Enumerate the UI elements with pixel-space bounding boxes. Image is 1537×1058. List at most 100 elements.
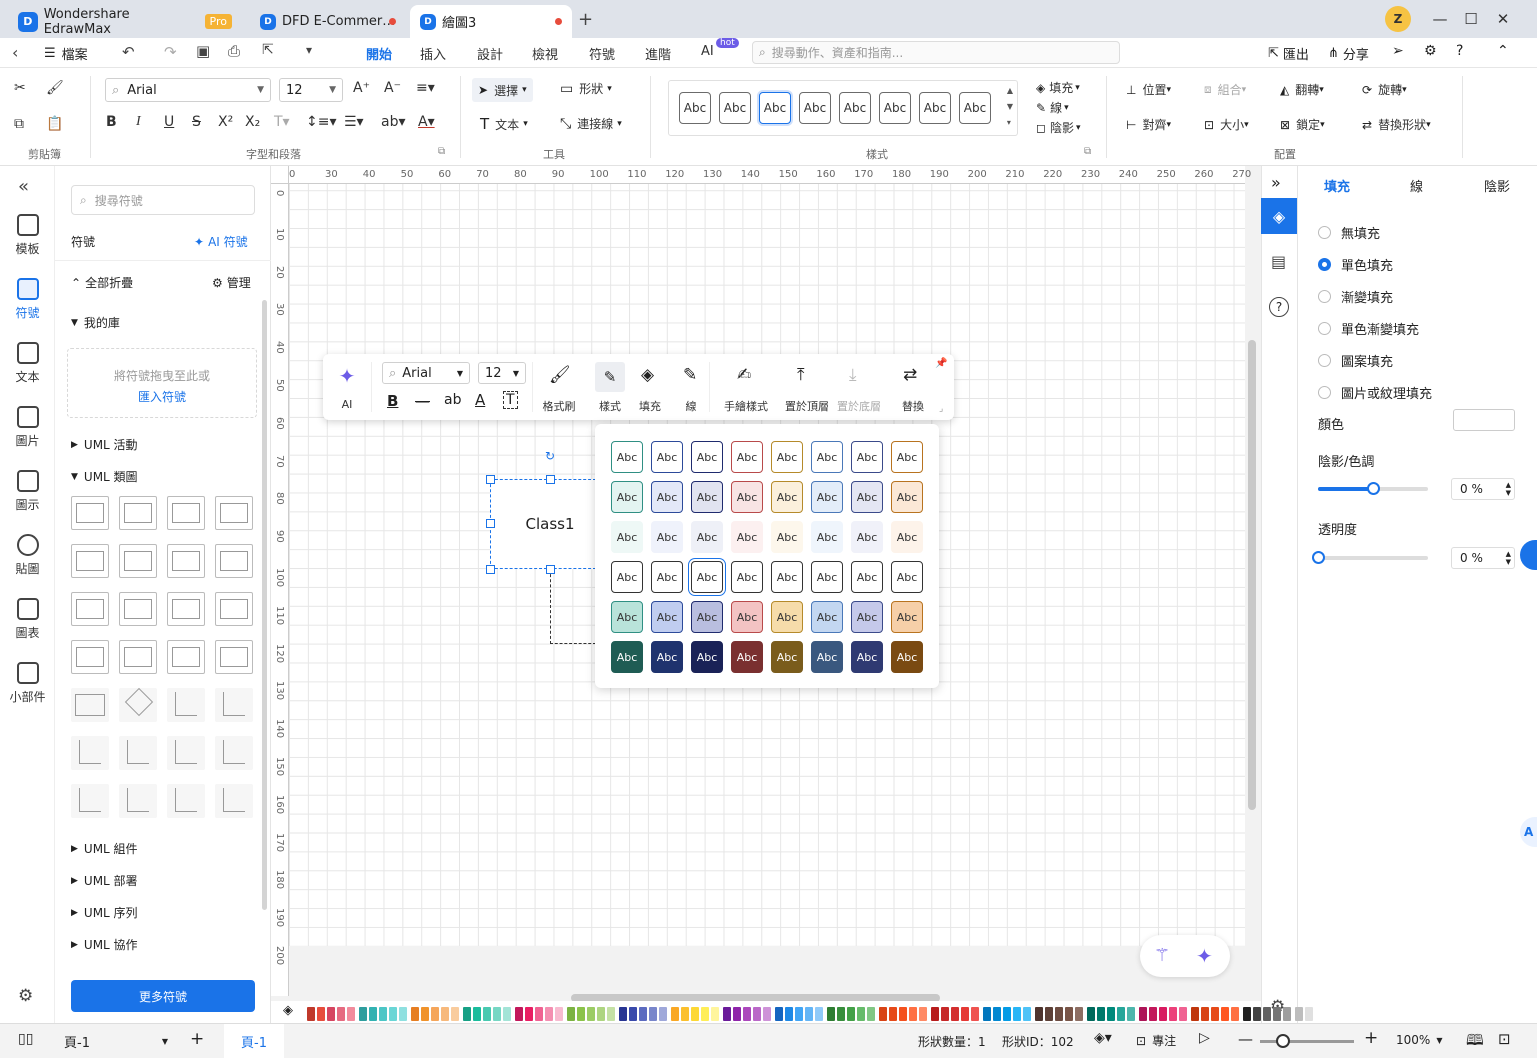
style-icon[interactable]: ✎ bbox=[595, 362, 625, 392]
close-icon[interactable]: ✕ bbox=[1489, 6, 1517, 32]
palette-color-swatch[interactable] bbox=[1201, 1007, 1209, 1021]
slider-knob[interactable] bbox=[1367, 482, 1380, 495]
palette-color-swatch[interactable] bbox=[399, 1007, 407, 1021]
palette-color-swatch[interactable] bbox=[919, 1007, 927, 1021]
palette-color-swatch[interactable] bbox=[587, 1007, 595, 1021]
zoom-slider-knob[interactable] bbox=[1276, 1034, 1290, 1048]
style-gallery-item[interactable]: Abc bbox=[879, 92, 911, 124]
decrease-font-icon[interactable]: A⁻ bbox=[384, 80, 401, 96]
underline-icon[interactable]: U bbox=[164, 114, 174, 130]
rail-widgets[interactable]: 小部件 bbox=[0, 662, 55, 705]
strikethrough-icon[interactable]: — bbox=[415, 392, 430, 410]
rail-charts[interactable]: 圖表 bbox=[0, 598, 55, 641]
menu-insert[interactable]: 插入 bbox=[420, 44, 446, 63]
increase-font-icon[interactable]: A⁺ bbox=[353, 80, 370, 96]
palette-color-swatch[interactable] bbox=[837, 1007, 845, 1021]
uml-class-symbol[interactable] bbox=[71, 496, 109, 530]
tab-fill[interactable]: 填充 bbox=[1324, 176, 1350, 195]
add-page-icon[interactable]: + bbox=[190, 1029, 204, 1049]
manage-button[interactable]: ⚙ 管理 bbox=[212, 274, 251, 291]
uml-activity-header[interactable]: ▶ UML 活動 bbox=[71, 436, 138, 453]
collapse-ribbon-icon[interactable]: ⌃ bbox=[1497, 43, 1509, 59]
palette-color-swatch[interactable] bbox=[441, 1007, 449, 1021]
palette-color-swatch[interactable] bbox=[483, 1007, 491, 1021]
uml-class-symbol[interactable] bbox=[71, 592, 109, 626]
resize-handle[interactable] bbox=[546, 475, 555, 484]
palette-color-swatch[interactable] bbox=[931, 1007, 939, 1021]
uml-class-symbol[interactable] bbox=[167, 784, 205, 818]
palette-color-swatch[interactable] bbox=[577, 1007, 585, 1021]
palette-color-swatch[interactable] bbox=[827, 1007, 835, 1021]
palette-color-swatch[interactable] bbox=[555, 1007, 563, 1021]
export-button[interactable]: ⇱ 匯出 bbox=[1268, 44, 1309, 63]
connector-tool-button[interactable]: ⤡ 連接線 ▾ bbox=[560, 115, 622, 132]
bold-icon[interactable]: B bbox=[387, 392, 398, 410]
palette-color-swatch[interactable] bbox=[1263, 1007, 1271, 1021]
shadow-button[interactable]: ◻ 陰影 ▾ bbox=[1036, 119, 1081, 136]
help-icon[interactable]: ? bbox=[1269, 297, 1289, 317]
palette-color-swatch[interactable] bbox=[1107, 1007, 1115, 1021]
palette-color-swatch[interactable] bbox=[805, 1007, 813, 1021]
palette-color-swatch[interactable] bbox=[691, 1007, 699, 1021]
fill-option[interactable]: 單色漸變填充 bbox=[1318, 312, 1432, 344]
style-swatch[interactable]: Abc bbox=[611, 521, 643, 553]
style-gallery-item[interactable]: Abc bbox=[719, 92, 751, 124]
color-swatch[interactable] bbox=[1453, 409, 1515, 431]
sketch-pen-icon[interactable]: ✍ bbox=[737, 365, 751, 385]
undo-icon[interactable]: ↶ bbox=[122, 43, 135, 61]
style-swatch[interactable]: Abc bbox=[731, 601, 763, 633]
palette-color-swatch[interactable] bbox=[607, 1007, 615, 1021]
resize-handle[interactable] bbox=[486, 565, 495, 574]
flip-button[interactable]: ◭ 翻轉 ▾ bbox=[1280, 81, 1324, 98]
font-family-select[interactable]: ⌕ Arial ▼ bbox=[105, 78, 271, 102]
palette-color-swatch[interactable] bbox=[389, 1007, 397, 1021]
palette-color-swatch[interactable] bbox=[327, 1007, 335, 1021]
shade-slider[interactable] bbox=[1318, 482, 1428, 495]
style-swatch[interactable]: Abc bbox=[691, 561, 723, 593]
style-swatch[interactable]: Abc bbox=[771, 441, 803, 473]
style-swatch[interactable]: Abc bbox=[731, 521, 763, 553]
uml-class-symbol[interactable] bbox=[119, 784, 157, 818]
palette-color-swatch[interactable] bbox=[649, 1007, 657, 1021]
minimize-icon[interactable]: — bbox=[1426, 6, 1454, 32]
format-painter-icon[interactable]: 🖌 bbox=[46, 80, 64, 96]
font-color-icon[interactable]: A▾ bbox=[418, 114, 435, 130]
palette-color-swatch[interactable] bbox=[879, 1007, 887, 1021]
replace-shape-button[interactable]: ⇄ 替換形狀 ▾ bbox=[1362, 116, 1431, 133]
palette-color-swatch[interactable] bbox=[493, 1007, 501, 1021]
palette-color-swatch[interactable] bbox=[775, 1007, 783, 1021]
palette-color-swatch[interactable] bbox=[711, 1007, 719, 1021]
style-swatch[interactable]: Abc bbox=[891, 561, 923, 593]
palette-color-swatch[interactable] bbox=[723, 1007, 731, 1021]
size-button[interactable]: ⊡ 大小 ▾ bbox=[1204, 116, 1249, 133]
style-gallery-item[interactable]: Abc bbox=[959, 92, 991, 124]
palette-color-swatch[interactable] bbox=[785, 1007, 793, 1021]
palette-color-swatch[interactable] bbox=[659, 1007, 667, 1021]
fill-bucket-icon[interactable]: ◈ bbox=[283, 1003, 293, 1018]
uml-class-symbol[interactable] bbox=[71, 784, 109, 818]
style-swatch[interactable]: Abc bbox=[811, 481, 843, 513]
new-tab-icon[interactable]: + bbox=[578, 9, 593, 30]
palette-color-swatch[interactable] bbox=[473, 1007, 481, 1021]
palette-color-swatch[interactable] bbox=[1305, 1007, 1313, 1021]
panel-scrollbar[interactable] bbox=[262, 300, 267, 910]
symbol-search-input[interactable]: ⌕ 搜尋符號 bbox=[71, 185, 255, 215]
back-icon[interactable]: ‹ bbox=[12, 43, 18, 62]
palette-color-swatch[interactable] bbox=[1283, 1007, 1291, 1021]
maximize-icon[interactable]: ☐ bbox=[1457, 6, 1485, 32]
share-button[interactable]: ⋔ 分享 bbox=[1328, 44, 1369, 63]
palette-color-swatch[interactable] bbox=[1179, 1007, 1187, 1021]
palette-color-swatch[interactable] bbox=[1013, 1007, 1021, 1021]
palette-color-swatch[interactable] bbox=[307, 1007, 315, 1021]
radio-icon[interactable] bbox=[1318, 257, 1331, 271]
rail-stickers[interactable]: 貼圖 bbox=[0, 534, 55, 577]
radio-icon[interactable] bbox=[1318, 289, 1331, 303]
uml-class-symbol[interactable] bbox=[215, 592, 253, 626]
resize-corner-icon[interactable]: ⌟ bbox=[939, 404, 943, 414]
send-icon[interactable]: ➢ bbox=[1392, 43, 1404, 59]
resize-handle[interactable] bbox=[486, 475, 495, 484]
palette-color-swatch[interactable] bbox=[909, 1007, 917, 1021]
avatar[interactable]: Z bbox=[1385, 6, 1411, 32]
palette-color-swatch[interactable] bbox=[1159, 1007, 1167, 1021]
style-gallery-item[interactable]: Abc bbox=[839, 92, 871, 124]
